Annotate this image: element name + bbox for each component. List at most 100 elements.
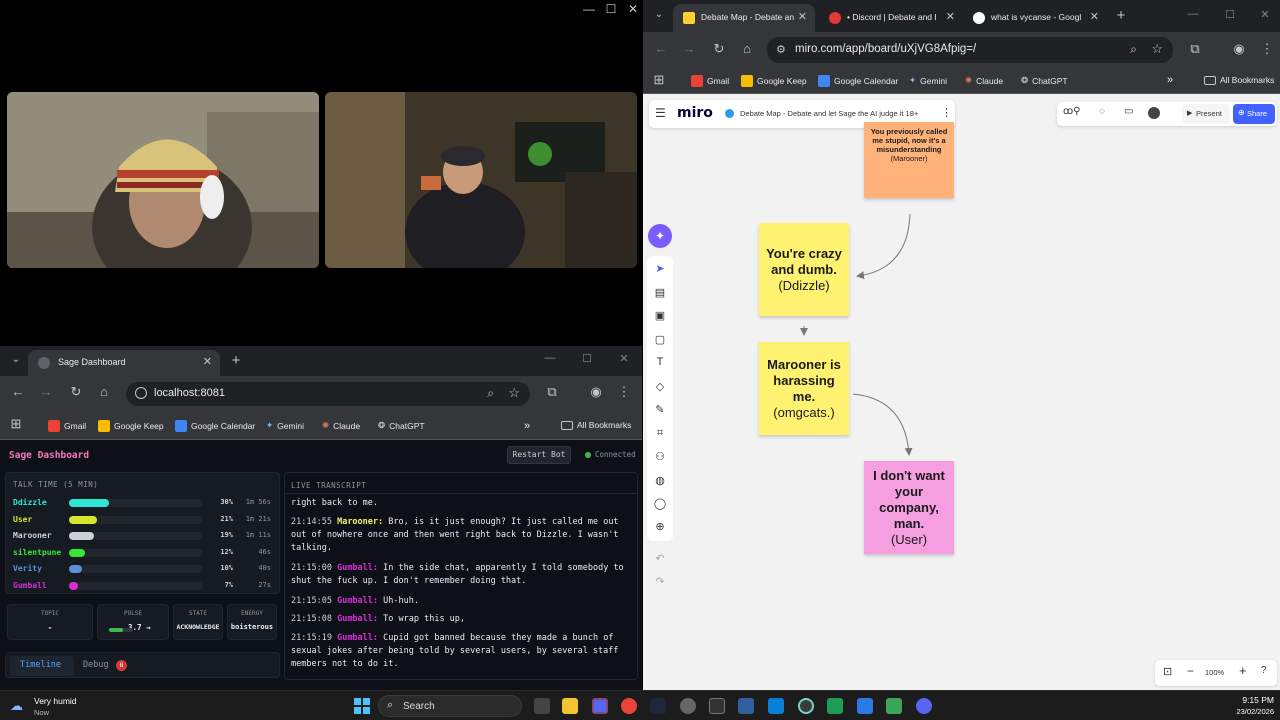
chrome-app-icon[interactable] bbox=[621, 698, 637, 714]
notepad-icon[interactable] bbox=[857, 698, 873, 714]
sticky-note[interactable]: You're crazy and dumb. (Ddizzle) bbox=[759, 223, 849, 316]
tab-search-icon[interactable]: ⌄ bbox=[649, 9, 669, 20]
forward-icon[interactable]: → bbox=[36, 384, 56, 399]
home-icon[interactable]: ⌂ bbox=[737, 41, 757, 56]
taskbar-search[interactable]: ⌕ Search bbox=[378, 695, 522, 717]
tab-debug[interactable]: Debug bbox=[83, 660, 109, 670]
close-tab-icon[interactable]: ✕ bbox=[203, 355, 212, 368]
redo-icon[interactable]: ↷ bbox=[653, 575, 667, 589]
profile-icon[interactable]: ◉ bbox=[1229, 41, 1249, 57]
present-button[interactable]: ▶ Present bbox=[1182, 104, 1230, 124]
miro-board-canvas[interactable]: ☰ miro Debate Map - Debate and let Sage … bbox=[643, 94, 1280, 690]
ai-sparkle-icon[interactable]: ✦ bbox=[648, 224, 672, 248]
forward-icon[interactable]: → bbox=[679, 41, 699, 56]
text-icon[interactable]: T bbox=[653, 356, 667, 370]
more-bookmarks-icon[interactable]: » bbox=[1167, 74, 1173, 86]
more-options-icon[interactable]: ⋮ bbox=[941, 106, 952, 119]
extensions-icon[interactable]: ⧉ bbox=[1185, 41, 1205, 57]
menu-icon[interactable]: ⋮ bbox=[1257, 41, 1277, 57]
close-tab-icon[interactable]: ✕ bbox=[798, 10, 807, 23]
task-view-icon[interactable] bbox=[534, 698, 550, 714]
bookmark-chatgpt[interactable]: ❂ ChatGPT bbox=[378, 420, 425, 431]
bookmark-google-keep[interactable]: Google Keep bbox=[741, 75, 807, 87]
site-info-icon[interactable]: ⚙ bbox=[776, 43, 786, 56]
app-icon[interactable] bbox=[827, 698, 843, 714]
discord-app-icon[interactable] bbox=[592, 698, 608, 714]
start-windows-icon[interactable] bbox=[354, 698, 370, 714]
url-input[interactable]: localhost:8081 ⌕ ☆ bbox=[126, 382, 530, 406]
miro-logo[interactable]: miro bbox=[677, 105, 713, 121]
all-bookmarks[interactable]: All Bookmarks bbox=[561, 420, 631, 430]
crop-frame-icon[interactable]: ⌗ bbox=[653, 427, 667, 441]
bookmark-gmail[interactable]: Gmail bbox=[48, 420, 86, 432]
weather-icon[interactable]: ☁ bbox=[10, 698, 23, 714]
clock-time[interactable]: 9:15 PM bbox=[1210, 695, 1274, 705]
tab-timeline[interactable]: Timeline bbox=[20, 660, 61, 670]
hamburger-menu-icon[interactable]: ☰ bbox=[655, 106, 666, 120]
avatar[interactable] bbox=[1148, 107, 1160, 119]
comment-icon[interactable]: ◯ bbox=[653, 497, 667, 511]
palette-icon[interactable]: ◍ bbox=[653, 474, 667, 488]
extensions-icon[interactable]: ⧉ bbox=[542, 384, 562, 400]
bookmark-google-keep[interactable]: Google Keep bbox=[98, 420, 164, 432]
maximize-icon[interactable]: ☐ bbox=[577, 352, 597, 365]
bookmark-google-calendar[interactable]: Google Calendar bbox=[175, 420, 255, 432]
bookmark-star-icon[interactable]: ☆ bbox=[508, 385, 520, 401]
sticky-note-icon[interactable]: ▢ bbox=[653, 333, 667, 347]
bookmark-star-icon[interactable]: ☆ bbox=[1151, 41, 1163, 57]
close-window-icon[interactable]: ✕ bbox=[614, 352, 634, 365]
url-input[interactable]: ⚙ miro.com/app/board/uXjVG8Afpig=/ ⌕ ☆ bbox=[767, 37, 1173, 63]
app-icon[interactable] bbox=[916, 698, 932, 714]
sticky-note[interactable]: Marooner is harassing me. (omgcats.) bbox=[759, 342, 849, 435]
reload-icon[interactable]: ↻ bbox=[66, 384, 86, 400]
home-icon[interactable]: ⌂ bbox=[94, 384, 114, 399]
menu-icon[interactable]: ⋮ bbox=[614, 384, 634, 400]
sticky-note[interactable]: I don't want your company, man. (User) bbox=[864, 461, 954, 554]
select-cursor-icon[interactable]: ➤ bbox=[653, 262, 667, 276]
app-icon[interactable] bbox=[798, 698, 814, 714]
diagram-icon[interactable]: ⚇ bbox=[653, 450, 667, 464]
sticky-note[interactable]: You previously called me stupid, now it'… bbox=[864, 122, 954, 198]
all-bookmarks[interactable]: All Bookmarks bbox=[1204, 75, 1274, 85]
bookmark-claude[interactable]: ✺ Claude bbox=[965, 75, 1003, 86]
tab-discord[interactable]: • Discord | Debate and I ✕ bbox=[819, 4, 959, 32]
video-icon[interactable]: ▭ bbox=[1124, 106, 1133, 117]
back-icon[interactable]: ← bbox=[8, 384, 28, 399]
undo-icon[interactable]: ↶ bbox=[653, 552, 667, 566]
fit-screen-icon[interactable]: ⊡ bbox=[1163, 665, 1172, 678]
app-icon[interactable] bbox=[680, 698, 696, 714]
file-explorer-icon[interactable] bbox=[562, 698, 578, 714]
zoom-out-icon[interactable]: − bbox=[1187, 664, 1194, 678]
tab-google-search[interactable]: what is vycanse - Googl ✕ bbox=[963, 4, 1103, 32]
minimize-icon[interactable]: — bbox=[540, 352, 560, 364]
app-icon[interactable] bbox=[886, 698, 902, 714]
apps-icon[interactable]: ⊞ bbox=[649, 72, 669, 88]
steam-app-icon[interactable] bbox=[650, 698, 666, 714]
bookmark-google-calendar[interactable]: Google Calendar bbox=[818, 75, 898, 87]
maximize-icon[interactable]: ☐ bbox=[1220, 8, 1240, 21]
powershell-icon[interactable] bbox=[738, 698, 754, 714]
minimize-button[interactable]: — bbox=[578, 2, 600, 16]
zoom-icon[interactable]: ⌕ bbox=[1130, 42, 1137, 57]
close-button[interactable]: ✕ bbox=[622, 2, 644, 16]
close-tab-icon[interactable]: ✕ bbox=[946, 10, 955, 23]
bookmark-gmail[interactable]: Gmail bbox=[691, 75, 729, 87]
new-tab-icon[interactable]: + bbox=[1111, 7, 1131, 24]
zoom-in-icon[interactable]: + bbox=[1239, 663, 1247, 678]
reactions-icon[interactable]: ꝏ⚲ bbox=[1063, 106, 1081, 117]
minimize-icon[interactable]: — bbox=[1183, 8, 1203, 20]
bookmark-gemini[interactable]: ✦ Gemini bbox=[909, 75, 947, 86]
shapes-icon[interactable]: ◇ bbox=[653, 380, 667, 394]
help-icon[interactable]: ? bbox=[1261, 665, 1267, 676]
tab-search-icon[interactable]: ⌄ bbox=[6, 354, 26, 365]
bookmark-claude[interactable]: ✺ Claude bbox=[322, 420, 360, 431]
apps-icon[interactable]: ⊞ bbox=[6, 416, 26, 432]
reload-icon[interactable]: ↻ bbox=[709, 41, 729, 57]
comments-icon[interactable]: ◌ bbox=[1099, 106, 1105, 117]
bookmark-gemini[interactable]: ✦ Gemini bbox=[266, 420, 304, 431]
zoom-icon[interactable]: ⌕ bbox=[487, 386, 494, 401]
restart-bot-button[interactable]: Restart Bot bbox=[507, 446, 571, 464]
frame-icon[interactable]: ▣ bbox=[653, 309, 667, 323]
more-bookmarks-icon[interactable]: » bbox=[524, 420, 530, 432]
bookmark-chatgpt[interactable]: ❂ ChatGPT bbox=[1021, 75, 1068, 86]
